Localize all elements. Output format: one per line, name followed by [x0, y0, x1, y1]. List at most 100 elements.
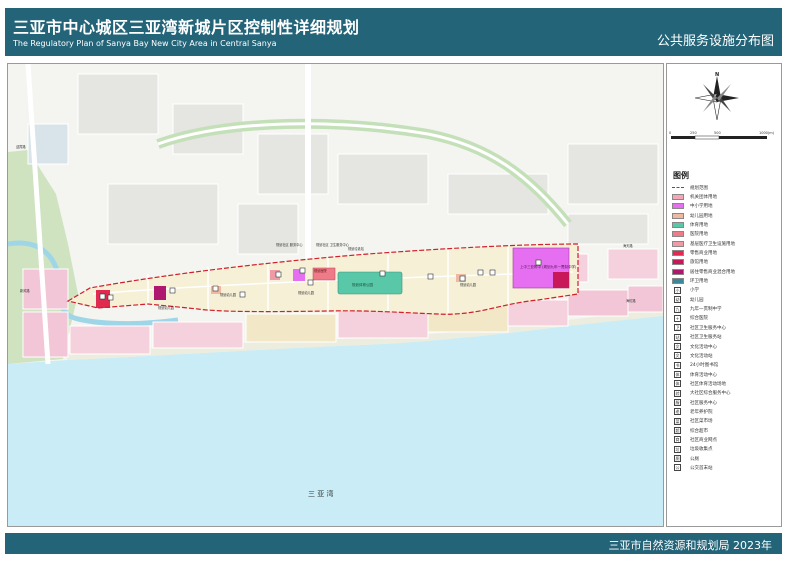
scale-bar [671, 135, 767, 140]
color-swatch [672, 278, 684, 285]
legend-item: 旅馆用地 [672, 258, 735, 267]
legend-item: 体育用地 [672, 220, 735, 229]
map-canvas[interactable]: 三 亚 湾 规划体育公园 上中三亚附中 (规划九年一贯制中学) 规划医院 规划社… [8, 64, 663, 526]
facility-symbol-icon: 书 [674, 361, 681, 369]
legend-panel: N 0 250 500 1000(m) 图例 规划范围 机关团体用地 中小学用地幼儿… [666, 63, 782, 527]
color-swatch [672, 212, 684, 219]
legend-label: 老年养护院 [690, 409, 713, 415]
legend-label: 体育活动中心 [690, 372, 717, 378]
legend-label: 幼儿园用地 [690, 213, 713, 219]
legend-label: 规划范围 [690, 185, 708, 191]
health-center-label: 规划社区 卫生服务中心 [316, 242, 350, 247]
legend-label: 综合医院 [690, 316, 708, 322]
road-east-label-a: 海天路 [623, 243, 633, 248]
legend-label: 社区卫生服务站 [690, 335, 722, 341]
legend-item: 小 小学 [672, 286, 735, 295]
legend-item: 幼 幼儿园 [672, 295, 735, 304]
color-swatch [672, 268, 684, 275]
facility-symbol-icon: 文 [674, 352, 681, 360]
legend-item: 基层医疗卫生设施用地 [672, 239, 735, 248]
legend-item: 菜 社区菜市场 [672, 417, 735, 426]
legend-label: 基层医疗卫生设施用地 [690, 241, 735, 247]
facility-symbol-icon: 商 [674, 436, 681, 444]
road-north-label: 迎宾路 [16, 144, 26, 149]
legend-item: 站 社区卫生服务站 [672, 333, 735, 342]
sea-label: 三 亚 湾 [308, 489, 333, 498]
legend-item: + 综合医院 [672, 314, 735, 323]
scale-tick-1: 250 [690, 131, 697, 135]
facility-symbol-icon: 垃 [674, 445, 681, 453]
legend-item: 公 公交首末站 [672, 463, 735, 472]
map-frame[interactable]: 三 亚 湾 规划体育公园 上中三亚附中 (规划九年一贯制中学) 规划医院 规划社… [7, 63, 664, 527]
legend-label: 垃圾收集点 [690, 447, 713, 453]
legend-item: 体 社区体育活动场地 [672, 379, 735, 388]
legend-item: 书 24小时图书馆 [672, 361, 735, 370]
legend-title: 图例 [673, 171, 689, 180]
kindergarten-label-d: 规划幼儿园 [158, 305, 174, 310]
road-west-label: 新风路 [20, 288, 30, 293]
footer-bar: 三亚市自然资源和规划局 2023年 [5, 533, 782, 554]
mixed-retail-area [154, 286, 166, 300]
legend-item: 老 老年养护院 [672, 407, 735, 416]
legend-label: 旅馆用地 [690, 260, 708, 266]
legend-label: 社区菜市场 [690, 419, 713, 425]
legend-label: 社区服务中心 [690, 400, 717, 406]
legend-item: 机关团体用地 [672, 192, 735, 201]
legend-item: 规划范围 [672, 183, 735, 192]
legend-label: 幼儿园 [690, 297, 704, 303]
kindergarten-label-b: 规划幼儿园 [460, 282, 476, 287]
legend-label: 文化活动中心 [690, 344, 717, 350]
legend-label: 文化活动站 [690, 353, 713, 359]
map-name: 公共服务设施分布图 [656, 34, 774, 49]
color-swatch [672, 194, 684, 201]
facility-symbol-icon: 小 [674, 286, 681, 294]
facility-symbol-icon: 公 [674, 464, 681, 472]
legend-item: 超 综合超市 [672, 426, 735, 435]
hospital-label: 规划医院 [314, 268, 328, 273]
legend-label: 环卫用地 [690, 279, 708, 285]
legend-label: 九年一贯制中学 [690, 307, 722, 313]
legend-item: 医院用地 [672, 230, 735, 239]
legend-item: 中小学用地 [672, 202, 735, 211]
legend-item: 九 九年一贯制中学 [672, 304, 735, 313]
legend-label: 社区体育活动场地 [690, 381, 726, 387]
legend-item: 居住零售商业混合用地 [672, 267, 735, 276]
legend-label: 大社区综合服务中心 [690, 391, 731, 397]
legend-list: 规划范围 机关团体用地 中小学用地幼儿园用地体育用地 医院用地基层医疗卫生设施用地 零售… [672, 183, 735, 473]
kindergarten-label-a: 规划幼儿园 [220, 292, 236, 297]
plan-title: 三亚市中心城区三亚湾新城片区控制性详细规划 [13, 18, 360, 37]
road-east-label-b: 海虹路 [626, 298, 636, 303]
legend-item: 服 社区服务中心 [672, 398, 735, 407]
legend-item: 商 社区商业网点 [672, 435, 735, 444]
facility-symbol-icon: 超 [674, 427, 681, 435]
legend-item: 文 文化活动站 [672, 351, 735, 360]
legend-item: 零售商业用地 [672, 248, 735, 257]
facility-symbol-icon: 体 [674, 380, 681, 388]
color-swatch [672, 240, 684, 247]
color-swatch [672, 250, 684, 257]
scale-tick-0: 0 [669, 131, 671, 135]
facility-symbol-icon: 文 [674, 343, 681, 351]
legend-item: 环卫用地 [672, 276, 735, 285]
facility-symbol-icon: 卫 [674, 324, 681, 332]
legend-label: 社区商业网点 [690, 437, 717, 443]
legend-label: 24小时图书馆 [690, 363, 719, 369]
legend-label: 零售商业用地 [690, 251, 717, 257]
hotel-area [553, 272, 569, 288]
legend-item: 厕 公厕 [672, 454, 735, 463]
legend-label: 体育用地 [690, 223, 708, 229]
legend-item: 垃 垃圾收集点 [672, 445, 735, 454]
facility-symbol-icon: 服 [674, 399, 681, 407]
compass-and-scale: N 0 250 500 1000(m) [669, 72, 775, 140]
legend-label: 综合超市 [690, 428, 708, 434]
color-swatch [672, 259, 684, 266]
facility-symbol-icon: + [674, 314, 681, 322]
facility-symbol-icon: 厕 [674, 455, 681, 463]
north-blocks [27, 73, 659, 255]
legend-item: 文 文化活动中心 [672, 342, 735, 351]
plan-title-english: The Regulatory Plan of Sanya Bay New Cit… [13, 39, 277, 48]
color-swatch [672, 222, 684, 229]
scale-tick-2: 500 [714, 131, 721, 135]
legend-label: 公交首末站 [690, 465, 713, 471]
legend-label: 社区卫生服务中心 [690, 325, 726, 331]
